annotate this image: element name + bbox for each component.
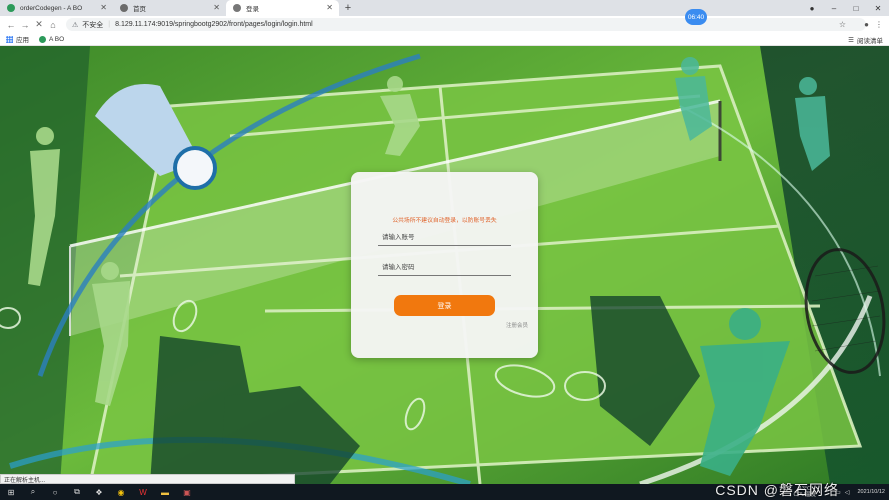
new-tab-button[interactable]: + (339, 0, 357, 16)
warning-icon: ⚠ (72, 21, 79, 29)
app-icon[interactable]: ❖ (88, 484, 110, 500)
tab-title: 登录 (246, 6, 259, 13)
bookmarks-bar: 应用 A BO ☰ 阅读清单 (0, 33, 889, 46)
window-close-icon[interactable]: ✕ (867, 0, 889, 16)
bookmark-star-icon[interactable]: ☆ (839, 20, 846, 29)
bookmark-label: A BO (49, 35, 65, 43)
folder-icon[interactable]: ▬ (154, 484, 176, 500)
browser-toolbar: ← → ✕ ⌂ ⚠ 不安全 | 8.129.11.174:9019/spring… (0, 16, 889, 33)
url-text: 8.129.11.174:9019/springbootg2902/front/… (115, 21, 313, 28)
address-bar[interactable]: ⚠ 不安全 | 8.129.11.174:9019/springbootg290… (66, 18, 866, 31)
tab-ordercodegen[interactable]: orderCodegen - A BO ✕ (0, 0, 113, 16)
menu-icon[interactable]: ⋮ (875, 20, 883, 29)
bookmark-label: 应用 (16, 37, 29, 44)
tab-title: 首页 (133, 6, 146, 13)
minimize-icon[interactable]: – (823, 0, 845, 16)
login-card: 公共场所不建议自动登录，以防账号丢失 登录 注册会员 (351, 172, 538, 358)
task-view-icon[interactable]: ⧉ (66, 484, 88, 500)
leaf-icon (39, 35, 46, 43)
reading-list-label: 阅读清单 (857, 37, 883, 45)
toolbar-right: ● ⋮ (864, 16, 883, 33)
chrome-icon[interactable]: ◉ (110, 484, 132, 500)
security-label: 不安全 (82, 21, 104, 29)
cortana-icon[interactable]: ○ (44, 484, 66, 500)
window-controls: ● – □ ✕ (801, 0, 889, 16)
bookmark-apps[interactable]: 应用 (6, 34, 29, 44)
windows-taskbar: ⊞ ⌕ ○ ⧉ ❖ ◉ W ▬ ▣ 43°C CPU温度 ⌃ ▭ ◁ 2021/… (0, 482, 889, 500)
tab-favicon-icon (7, 4, 15, 12)
username-input[interactable] (378, 230, 511, 246)
auto-login-notice: 公共场所不建议自动登录，以防账号丢失 (392, 218, 497, 224)
home-icon[interactable]: ⌂ (46, 18, 60, 32)
tab-strip: orderCodegen - A BO ✕ 首页 ✕ 登录 ✕ + ● – □ … (0, 0, 889, 16)
clock-badge: 06:40 (685, 9, 707, 25)
stop-icon[interactable]: ✕ (32, 18, 46, 32)
separator: | (108, 21, 111, 28)
page-content: 公共场所不建议自动登录，以防账号丢失 登录 注册会员 正在解析主机... (0, 46, 889, 484)
reading-list-icon: ☰ (848, 36, 854, 44)
globe-icon (120, 4, 128, 12)
tab-title: orderCodegen - A BO (20, 4, 83, 12)
search-icon[interactable]: ⌕ (22, 484, 44, 500)
back-icon[interactable]: ← (4, 18, 18, 32)
account-icon[interactable]: ● (864, 20, 869, 29)
ide-icon[interactable]: ▣ (176, 484, 198, 500)
date-text: 2021/10/12 (857, 489, 885, 495)
login-button[interactable]: 登录 (394, 295, 495, 316)
close-icon[interactable]: ✕ (326, 3, 333, 12)
profile-icon[interactable]: ● (801, 0, 823, 16)
close-icon[interactable]: ✕ (100, 3, 107, 12)
apps-grid-icon (6, 35, 13, 43)
bookmark-abo[interactable]: A BO (39, 35, 65, 43)
maximize-icon[interactable]: □ (845, 0, 867, 16)
csdn-watermark: CSDN @磐石网络 (715, 482, 839, 498)
wps-icon[interactable]: W (132, 484, 154, 500)
reading-list[interactable]: ☰ 阅读清单 (848, 33, 883, 46)
tab-home[interactable]: 首页 ✕ (113, 0, 226, 16)
close-icon[interactable]: ✕ (213, 3, 220, 12)
forward-icon[interactable]: → (18, 18, 32, 32)
status-bar: 正在解析主机... (0, 474, 295, 484)
globe-icon (233, 4, 241, 12)
password-input[interactable] (378, 260, 511, 276)
register-link[interactable]: 注册会员 (506, 321, 528, 329)
windows-start-icon[interactable]: ⊞ (0, 484, 22, 500)
tab-login[interactable]: 登录 ✕ (226, 0, 339, 16)
volume-icon[interactable]: ◁ (845, 489, 850, 496)
